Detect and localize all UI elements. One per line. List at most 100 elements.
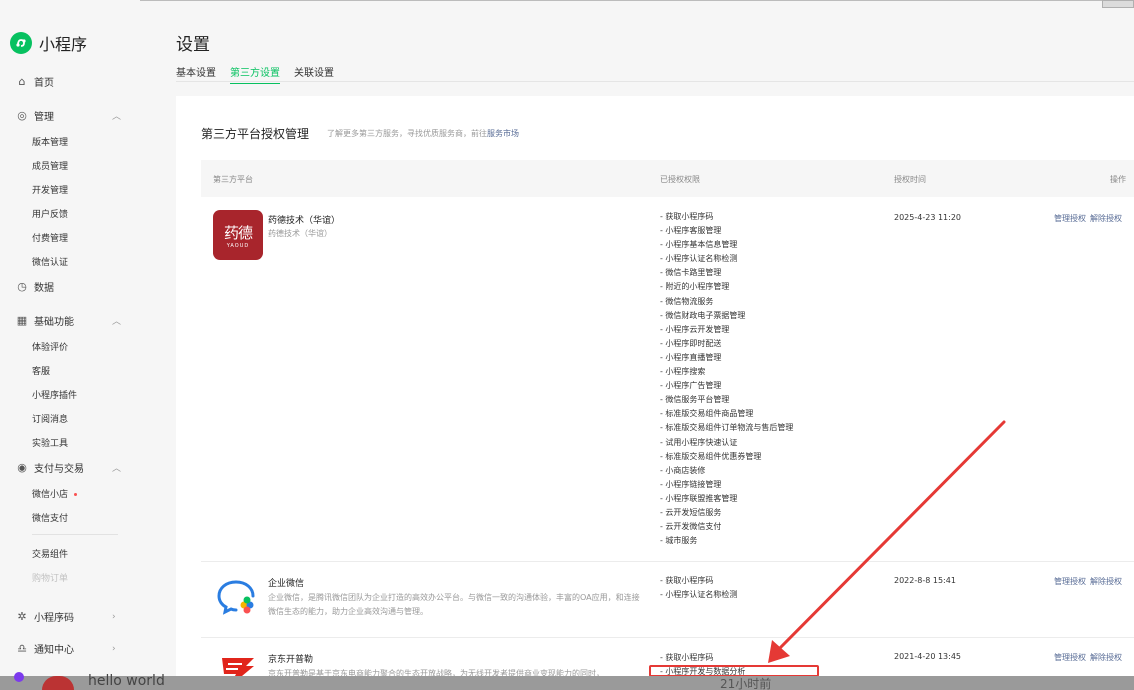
chat-message-text: hello world <box>88 673 165 689</box>
sidebar-group-manage[interactable]: ◎ 管理 ︿ <box>16 108 121 123</box>
permission-item: - 小程序认证名称检测 <box>660 590 738 600</box>
bell-icon: ♎ <box>17 642 27 655</box>
permission-item: - 试用小程序快速认证 <box>660 437 738 447</box>
sidebar-item-lab[interactable]: 实验工具 <box>32 436 68 449</box>
permission-item: - 小程序基本信息管理 <box>660 240 738 250</box>
sidebar-group-pay[interactable]: ◉ 支付与交易 ︿ <box>16 460 121 475</box>
row-divider <box>201 561 1134 562</box>
auth-time: 2021-4-20 13:45 <box>894 652 961 661</box>
clock-icon: ◷ <box>17 280 27 293</box>
manage-auth-button[interactable]: 管理授权 <box>1054 577 1086 586</box>
manage-icon: ◎ <box>17 109 27 122</box>
chevron-right-icon: › <box>112 643 116 654</box>
permission-item: - 小程序云开发管理 <box>660 324 730 334</box>
row-ops: 管理授权 解除授权 <box>1054 576 1126 587</box>
permission-item: - 小程序链接管理 <box>660 479 722 489</box>
sidebar-item-label: 通知中心 <box>34 645 74 656</box>
platform-desc: 企业微信，是腾讯微信团队为企业打造的高效办公平台。与微信一致的沟通体验，丰富的O… <box>268 593 640 616</box>
permission-list: - 获取小程序码 - 小程序认证名称检测 <box>660 574 737 602</box>
sidebar-item-wxpay[interactable]: 微信支付 <box>32 511 68 524</box>
sidebar-group-label: 基础功能 <box>34 317 74 328</box>
home-icon: ⌂ <box>18 75 26 88</box>
sidebar-item-orders[interactable]: 购物订单 <box>32 571 68 584</box>
sidebar-item-review[interactable]: 体验评价 <box>32 340 68 353</box>
permission-item: - 标准版交易组件优惠券管理 <box>660 451 762 461</box>
sidebar-group-basic[interactable]: ▦ 基础功能 ︿ <box>16 313 121 328</box>
tabs-divider <box>176 81 1134 82</box>
permission-item: - 标准版交易组件商品管理 <box>660 409 754 419</box>
chevron-up-icon: ︿ <box>112 317 122 327</box>
page-title: 设置 <box>176 35 210 55</box>
col-time: 授权时间 <box>894 175 926 184</box>
permission-item: - 微信物流服务 <box>660 296 714 306</box>
revoke-auth-button[interactable]: 解除授权 <box>1090 653 1122 662</box>
sidebar-item-home[interactable]: ⌂ 首页 <box>16 74 55 89</box>
permission-item: - 获取小程序码 <box>660 212 714 221</box>
permission-item: - 城市服务 <box>660 536 698 546</box>
app-logo[interactable]: 小程序 <box>10 31 87 55</box>
window-control-button[interactable] <box>1102 0 1134 8</box>
sidebar-item-label: 小程序码 <box>34 613 74 624</box>
notification-dot <box>74 493 78 496</box>
chat-timestamp: 21小时前 <box>720 677 772 690</box>
platform-desc: 药德技术（华谊） <box>268 229 332 238</box>
manage-auth-button[interactable]: 管理授权 <box>1054 653 1086 662</box>
permission-item: - 小程序搜索 <box>660 367 706 377</box>
col-ops: 操作 <box>1110 175 1126 184</box>
sidebar-item-mpcode[interactable]: ✲ 小程序码 › <box>16 609 115 624</box>
yaode-app-icon: 药德 YAOUD <box>213 210 263 260</box>
sidebar-item-notice[interactable]: ♎ 通知中心 › <box>16 641 116 656</box>
sidebar: 小程序 ⌂ 首页 ◎ 管理 ︿ 版本管理 成员管理 开发管理 用户反馈 付费管理… <box>0 0 140 690</box>
service-market-link[interactable]: 服务市场 <box>487 129 519 138</box>
permission-item: - 小程序认证名称检测 <box>660 254 738 264</box>
table-header: 第三方平台 已授权权限 授权时间 操作 <box>201 160 1134 197</box>
sidebar-item-data[interactable]: ◷ 数据 <box>16 279 54 294</box>
bottom-overlay-bar <box>0 676 1134 690</box>
permission-item: - 附近的小程序管理 <box>660 282 730 292</box>
permission-list: - 获取小程序码 - 小程序客服管理 - 小程序基本信息管理 - 小程序认证名称检测 -… <box>660 210 793 548</box>
third-party-card: 第三方平台授权管理 了解更多第三方服务，寻找优质服务商，前往服务市场 第三方平台… <box>176 96 1134 690</box>
permission-item: - 小程序客服管理 <box>660 226 722 236</box>
sidebar-item-service[interactable]: 客服 <box>32 364 50 377</box>
platform-name: 药德技术（华谊） <box>268 216 341 226</box>
platform-name: 企业微信 <box>268 579 305 589</box>
permission-item: - 小程序直播管理 <box>660 352 722 362</box>
sidebar-item-paid[interactable]: 付费管理 <box>32 231 68 244</box>
permission-item: - 小程序即时配送 <box>660 338 722 348</box>
sidebar-item-members[interactable]: 成员管理 <box>32 159 68 172</box>
revoke-auth-button[interactable]: 解除授权 <box>1090 577 1122 586</box>
permission-item: - 云开发短信服务 <box>660 507 722 517</box>
yaode-icon-sub: YAOUD <box>226 242 250 249</box>
row-ops: 管理授权 解除授权 <box>1054 652 1126 663</box>
grid-icon: ▦ <box>16 314 28 327</box>
permission-item: - 获取小程序码 <box>660 576 714 585</box>
user-avatar[interactable] <box>14 672 24 682</box>
sidebar-group-label: 管理 <box>34 112 54 123</box>
sidebar-item-shop[interactable]: 微信小店 <box>32 487 78 500</box>
sidebar-item-dev[interactable]: 开发管理 <box>32 183 68 196</box>
row-ops: 管理授权 解除授权 <box>1054 213 1126 224</box>
mini-program-logo-icon <box>10 32 32 54</box>
sidebar-item-plugin[interactable]: 小程序插件 <box>32 388 77 401</box>
sidebar-item-subscribe[interactable]: 订阅消息 <box>32 412 68 425</box>
col-permissions: 已授权权限 <box>660 175 700 184</box>
col-platform: 第三方平台 <box>213 175 253 184</box>
permission-item: - 微信服务平台管理 <box>660 395 730 405</box>
permission-item: - 标准版交易组件订单物流与售后管理 <box>660 423 794 433</box>
section-title: 第三方平台授权管理 <box>201 127 310 141</box>
settings-gear-icon: ✲ <box>17 610 27 623</box>
sidebar-item-verify[interactable]: 微信认证 <box>32 255 68 268</box>
sidebar-item-trade[interactable]: 交易组件 <box>32 547 68 560</box>
section-desc-text: 了解更多第三方服务，寻找优质服务商，前往 <box>327 129 487 138</box>
revoke-auth-button[interactable]: 解除授权 <box>1090 214 1122 223</box>
sidebar-item-version[interactable]: 版本管理 <box>32 135 68 148</box>
window-top-border <box>0 0 1134 1</box>
permission-item: - 云开发微信支付 <box>660 522 722 532</box>
manage-auth-button[interactable]: 管理授权 <box>1054 214 1086 223</box>
chevron-right-icon: › <box>112 611 116 622</box>
permission-item: - 微信财政电子票据管理 <box>660 310 746 320</box>
platform-name: 京东开普勒 <box>268 655 314 665</box>
sidebar-item-feedback[interactable]: 用户反馈 <box>32 207 68 220</box>
auth-time: 2025-4-23 11:20 <box>894 213 961 222</box>
auth-time: 2022-8-8 15:41 <box>894 576 956 585</box>
